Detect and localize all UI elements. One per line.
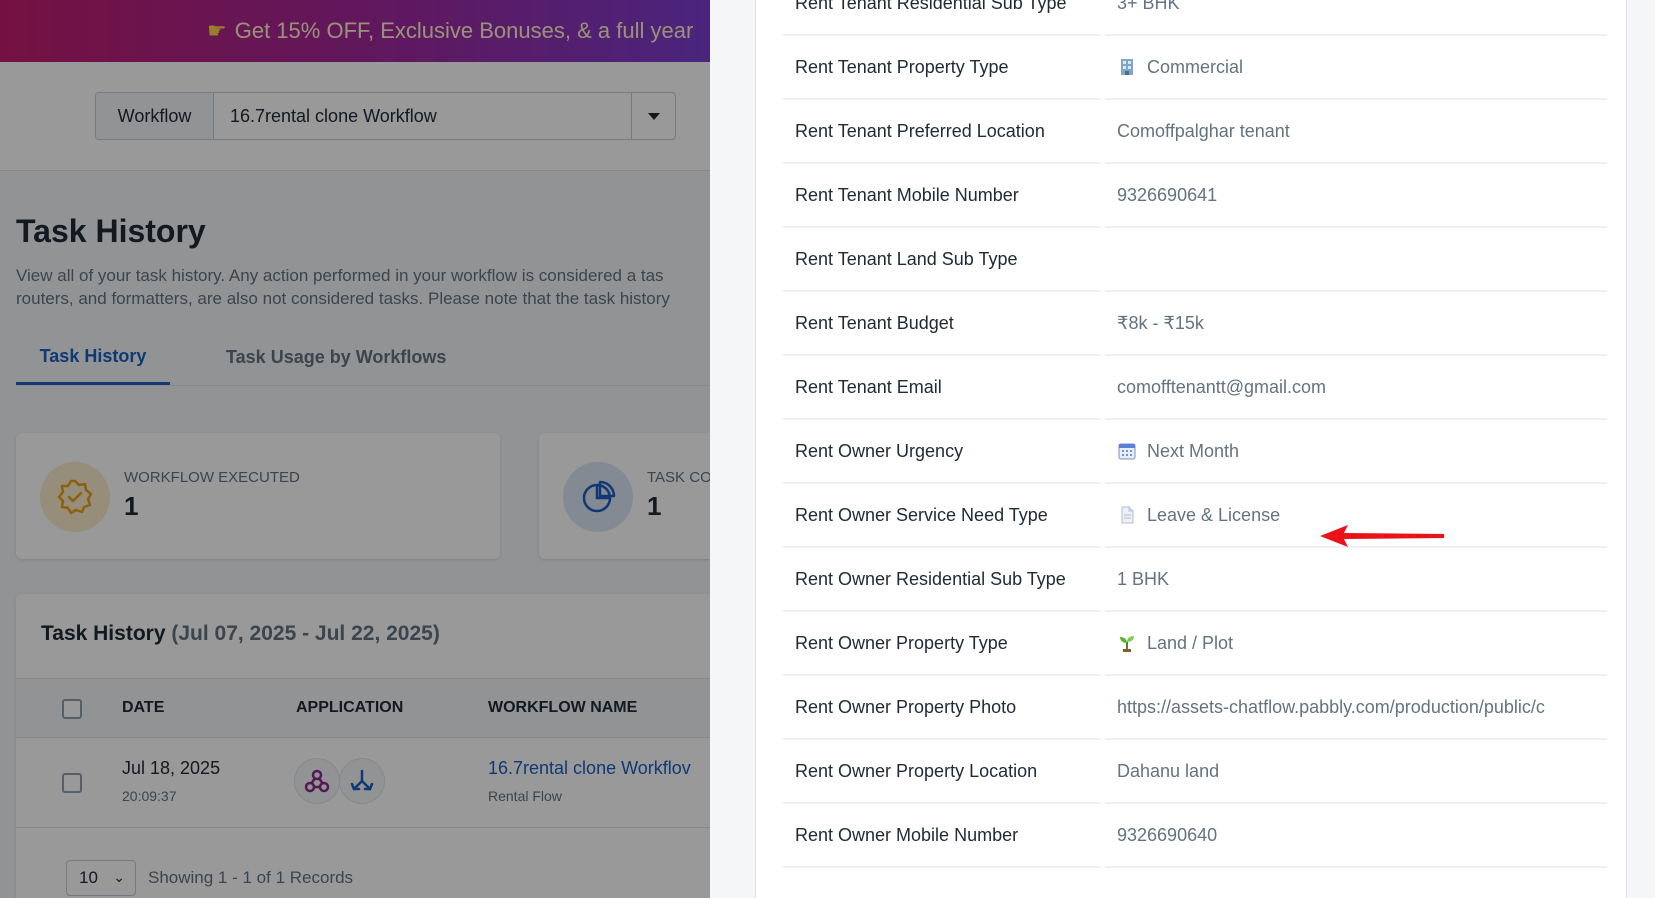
detail-value[interactable]: https://assets-chatflow.pabbly.com/produ…: [1105, 676, 1607, 740]
detail-row: Rent Owner Mobile Number 9326690640: [783, 804, 1607, 870]
detail-value-text: 9326690641: [1117, 184, 1218, 205]
detail-value: ₹8k - ₹15k: [1105, 292, 1607, 356]
detail-value: 3+ BHK: [1105, 0, 1607, 36]
red-arrow-icon: [1320, 525, 1444, 547]
detail-value: [1105, 228, 1607, 292]
detail-row: Rent Owner Property Location Dahanu land: [783, 740, 1607, 806]
task-history-page: ☛ Get 15% OFF, Exclusive Bonuses, & a fu…: [0, 0, 710, 898]
detail-value: comofftenantt@gmail.com: [1105, 356, 1607, 420]
detail-value-text: Leave & License: [1147, 504, 1281, 525]
detail-value: Next Month: [1105, 420, 1607, 484]
detail-row: Rent Tenant Email comofftenantt@gmail.co…: [783, 356, 1607, 422]
detail-value-text: 3+ BHK: [1117, 0, 1180, 13]
detail-row: Rent Owner Residential Sub Type 1 BHK: [783, 548, 1607, 614]
modal-backdrop[interactable]: [0, 0, 710, 898]
detail-row: Rent Owner Service Need Type Leave & Lic…: [783, 484, 1607, 550]
detail-label: Rent Tenant Land Sub Type: [783, 228, 1101, 292]
detail-label: Rent Owner Residential Sub Type: [783, 548, 1101, 612]
detail-row: Rent Tenant Residential Sub Type 3+ BHK: [783, 0, 1607, 38]
details-panel: Rent Tenant Residential Sub Type 3+ BHK …: [755, 0, 1627, 898]
detail-value: 9326690641: [1105, 164, 1607, 228]
detail-label: Rent Tenant Preferred Location: [783, 100, 1101, 164]
detail-row: Rent Owner Property Type Land / Plot: [783, 612, 1607, 678]
detail-value-text: 9326690640: [1117, 824, 1218, 845]
detail-label: Rent Tenant Residential Sub Type: [783, 0, 1101, 36]
detail-value: 1 BHK: [1105, 548, 1607, 612]
detail-label: Rent Owner Mobile Number: [783, 804, 1101, 868]
detail-row: Rent Tenant Preferred Location Comoffpal…: [783, 100, 1607, 166]
detail-label: Rent Tenant Mobile Number: [783, 164, 1101, 228]
detail-value: Comoffpalghar tenant: [1105, 100, 1607, 164]
detail-value-text: Next Month: [1147, 440, 1240, 461]
detail-value-text: comofftenantt@gmail.com: [1117, 376, 1327, 397]
detail-row: Rent Tenant Budget ₹8k - ₹15k: [783, 292, 1607, 358]
detail-label: Rent Owner Service Need Type: [783, 484, 1101, 548]
detail-value-link[interactable]: https://assets-chatflow.pabbly.com/produ…: [1117, 697, 1545, 718]
detail-label: Rent Owner Property Location: [783, 740, 1101, 804]
detail-row: Rent Tenant Property Type Commercial: [783, 36, 1607, 102]
detail-label: Rent Owner Property Photo: [783, 676, 1101, 740]
detail-value: 9326690640: [1105, 804, 1607, 868]
office-building-icon: [1117, 57, 1137, 77]
detail-value: Dahanu land: [1105, 740, 1607, 804]
detail-value-text: Comoffpalghar tenant: [1117, 120, 1290, 141]
app-root: ☛ Get 15% OFF, Exclusive Bonuses, & a fu…: [0, 0, 1655, 898]
detail-label: Rent Owner Urgency: [783, 420, 1101, 484]
detail-row: Rent Tenant Mobile Number 9326690641: [783, 164, 1607, 230]
detail-label: Rent Tenant Budget: [783, 292, 1101, 356]
detail-value-text: 1 BHK: [1117, 568, 1170, 589]
calendar-icon: [1117, 441, 1137, 461]
detail-value: Land / Plot: [1105, 612, 1607, 676]
detail-value: Commercial: [1105, 36, 1607, 100]
document-icon: [1117, 505, 1137, 525]
detail-row: Rent Tenant Land Sub Type: [783, 228, 1607, 294]
detail-value-text: Commercial: [1147, 56, 1244, 77]
detail-label: Rent Tenant Property Type: [783, 36, 1101, 100]
detail-value-text: ₹8k - ₹15k: [1117, 312, 1204, 333]
detail-value-text: Dahanu land: [1117, 760, 1220, 781]
seedling-icon: [1117, 633, 1137, 653]
detail-label: Rent Tenant Email: [783, 356, 1101, 420]
detail-label: Rent Owner Property Type: [783, 612, 1101, 676]
detail-value-text: Land / Plot: [1147, 632, 1234, 653]
detail-row: Rent Owner Urgency Next Month: [783, 420, 1607, 486]
detail-row: Rent Owner Property Photo https://assets…: [783, 676, 1607, 742]
task-details-drawer: Rent Tenant Residential Sub Type 3+ BHK …: [710, 0, 1655, 898]
